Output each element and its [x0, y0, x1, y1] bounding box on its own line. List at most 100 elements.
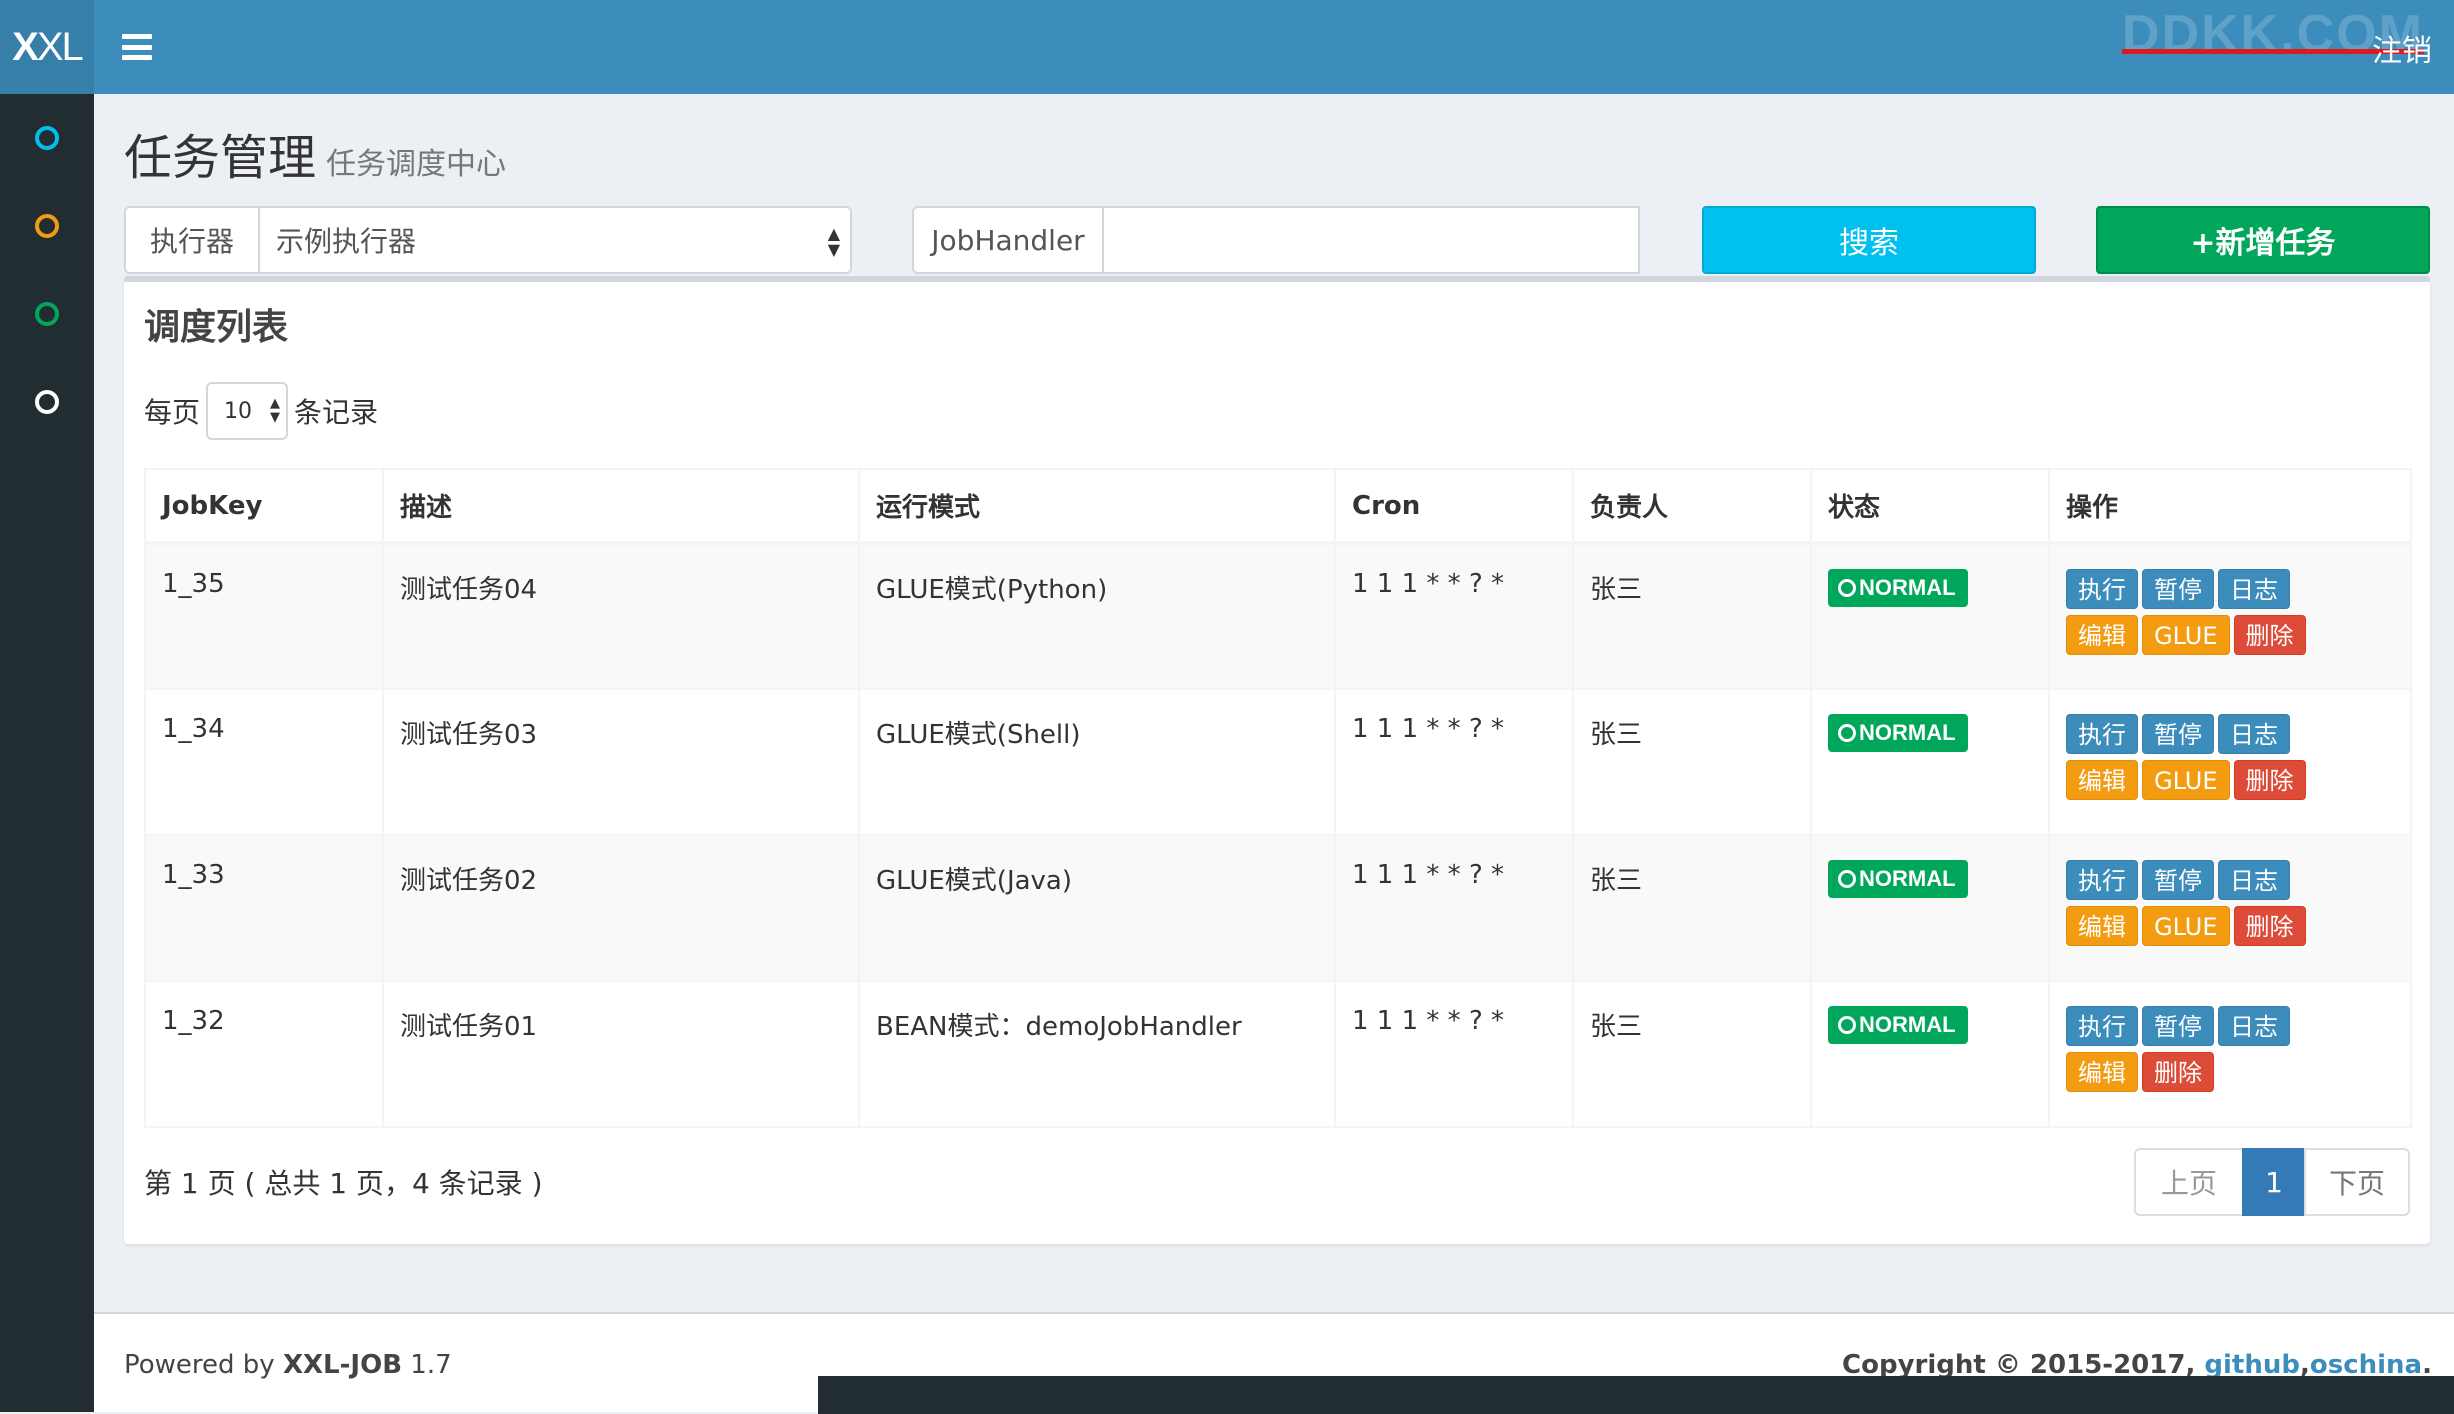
sidebar-item-1[interactable] — [0, 94, 94, 182]
cell-mode: BEAN模式：demoJobHandler — [858, 980, 1336, 1128]
page-size-select[interactable]: 10 ▲ ▼ — [206, 382, 289, 440]
cell-status: NORMAL — [1810, 542, 2050, 690]
run-button[interactable]: 执行 — [2066, 569, 2138, 609]
prev-page-button[interactable]: 上页 — [2134, 1148, 2244, 1216]
clock-icon — [1838, 724, 1856, 742]
edit-button[interactable]: 编辑 — [2066, 906, 2138, 946]
add-job-button[interactable]: +新增任务 — [2096, 206, 2430, 274]
edit-button[interactable]: 编辑 — [2066, 1052, 2138, 1092]
sidebar-item-3[interactable] — [0, 270, 94, 358]
cell-ops: 执行 暂停 日志 编辑 GLUE 删除 — [2048, 834, 2412, 982]
clock-icon — [1838, 1016, 1856, 1034]
table-row: 1_33 测试任务02 GLUE模式(Java) 1 1 1 * * ? * 张… — [144, 834, 2412, 982]
col-mode[interactable]: 运行模式 — [858, 468, 1336, 545]
status-badge: NORMAL — [1828, 1006, 1968, 1044]
next-page-button[interactable]: 下页 — [2304, 1148, 2410, 1216]
edit-button[interactable]: 编辑 — [2066, 760, 2138, 800]
table-header-row: JobKey 描述 运行模式 Cron 负责人 状态 操作 — [144, 468, 2412, 545]
page-size-prefix: 每页 — [144, 396, 201, 429]
circle-icon — [35, 302, 59, 326]
top-navbar: DDKK.COM 注销 — [94, 0, 2454, 94]
glue-button[interactable]: GLUE — [2142, 615, 2230, 655]
pause-button[interactable]: 暂停 — [2142, 714, 2214, 754]
col-owner[interactable]: 负责人 — [1572, 468, 1812, 545]
job-list-box: 调度列表 每页 10 ▲ ▼ 条记录 JobKey 描述 运行模式 Cron 负责… — [124, 276, 2430, 1244]
run-button[interactable]: 执行 — [2066, 714, 2138, 754]
footer: Powered by XXL-JOB 1.7 Copyright © 2015-… — [94, 1312, 2454, 1414]
circle-icon — [35, 390, 59, 414]
cell-ops: 执行 暂停 日志 编辑 GLUE 删除 — [2048, 542, 2412, 690]
search-button[interactable]: 搜索 — [1702, 206, 2036, 274]
page-size-control: 每页 10 ▲ ▼ 条记录 — [144, 382, 378, 440]
jobhandler-input[interactable] — [1102, 206, 1640, 274]
log-button[interactable]: 日志 — [2218, 714, 2290, 754]
col-jobkey[interactable]: JobKey — [144, 468, 384, 545]
cell-owner: 张三 — [1572, 688, 1812, 836]
cell-owner: 张三 — [1572, 980, 1812, 1128]
app-logo[interactable]: X XL — [0, 0, 94, 94]
logo-rest: XL — [36, 24, 84, 69]
status-badge: NORMAL — [1828, 714, 1968, 752]
cell-ops: 执行 暂停 日志 编辑 GLUE 删除 — [2048, 688, 2412, 836]
cell-status: NORMAL — [1810, 980, 2050, 1128]
box-title: 调度列表 — [144, 307, 289, 348]
cell-desc: 测试任务03 — [382, 688, 860, 836]
sidebar-item-2[interactable] — [0, 182, 94, 270]
sidebar-item-4[interactable] — [0, 358, 94, 446]
col-ops: 操作 — [2048, 468, 2412, 545]
jobhandler-label: JobHandler — [912, 206, 1104, 274]
pause-button[interactable]: 暂停 — [2142, 860, 2214, 900]
pagination: 上页 1 下页 — [2134, 1148, 2410, 1216]
delete-button[interactable]: 删除 — [2233, 615, 2306, 655]
log-button[interactable]: 日志 — [2218, 860, 2290, 900]
cell-owner: 张三 — [1572, 834, 1812, 982]
cell-jobkey: 1_32 — [144, 980, 384, 1128]
glue-button[interactable]: GLUE — [2142, 906, 2230, 946]
table-row: 1_32 测试任务01 BEAN模式：demoJobHandler 1 1 1 … — [144, 980, 2412, 1128]
logout-link[interactable]: 注销 — [2372, 26, 2432, 70]
pagination-summary: 第 1 页 ( 总共 1 页，4 条记录 ) — [144, 1167, 543, 1200]
delete-button[interactable]: 删除 — [2233, 906, 2306, 946]
select-arrows-icon: ▲ ▼ — [827, 224, 840, 259]
col-desc[interactable]: 描述 — [382, 468, 860, 545]
cell-status: NORMAL — [1810, 834, 2050, 982]
status-badge: NORMAL — [1828, 569, 1968, 607]
edit-button[interactable]: 编辑 — [2066, 615, 2138, 655]
delete-button[interactable]: 删除 — [2142, 1052, 2214, 1092]
run-button[interactable]: 执行 — [2066, 860, 2138, 900]
overlay-band — [818, 1376, 2454, 1414]
sidebar — [0, 94, 94, 1412]
pause-button[interactable]: 暂停 — [2142, 1006, 2214, 1046]
page-1-button[interactable]: 1 — [2242, 1148, 2306, 1216]
cell-cron: 1 1 1 * * ? * — [1334, 980, 1574, 1128]
cell-ops: 执行 暂停 日志 编辑 删除 — [2048, 980, 2412, 1128]
cell-owner: 张三 — [1572, 542, 1812, 690]
logo-bold: X — [12, 24, 39, 69]
delete-button[interactable]: 删除 — [2233, 760, 2306, 800]
cell-cron: 1 1 1 * * ? * — [1334, 688, 1574, 836]
glue-button[interactable]: GLUE — [2142, 760, 2230, 800]
pause-button[interactable]: 暂停 — [2142, 569, 2214, 609]
circle-icon — [35, 214, 59, 238]
log-button[interactable]: 日志 — [2218, 569, 2290, 609]
cell-jobkey: 1_35 — [144, 542, 384, 690]
col-cron[interactable]: Cron — [1334, 468, 1574, 545]
log-button[interactable]: 日志 — [2218, 1006, 2290, 1046]
cell-status: NORMAL — [1810, 688, 2050, 836]
job-table: JobKey 描述 运行模式 Cron 负责人 状态 操作 1_35 测试任务0… — [144, 468, 2412, 1128]
cell-mode: GLUE模式(Shell) — [858, 688, 1336, 836]
col-status[interactable]: 状态 — [1810, 468, 2050, 545]
table-row: 1_34 测试任务03 GLUE模式(Shell) 1 1 1 * * ? * … — [144, 688, 2412, 836]
cell-desc: 测试任务01 — [382, 980, 860, 1128]
cell-jobkey: 1_34 — [144, 688, 384, 836]
cell-mode: GLUE模式(Python) — [858, 542, 1336, 690]
cell-cron: 1 1 1 * * ? * — [1334, 834, 1574, 982]
sidebar-toggle-icon[interactable] — [122, 30, 152, 64]
table-row: 1_35 测试任务04 GLUE模式(Python) 1 1 1 * * ? *… — [144, 542, 2412, 690]
executor-select[interactable]: 示例执行器 ▲ ▼ — [258, 206, 852, 274]
page-subtitle: 任务调度中心 — [326, 147, 507, 182]
executor-label: 执行器 — [124, 206, 260, 274]
run-button[interactable]: 执行 — [2066, 1006, 2138, 1046]
circle-icon — [35, 126, 59, 150]
cell-jobkey: 1_33 — [144, 834, 384, 982]
